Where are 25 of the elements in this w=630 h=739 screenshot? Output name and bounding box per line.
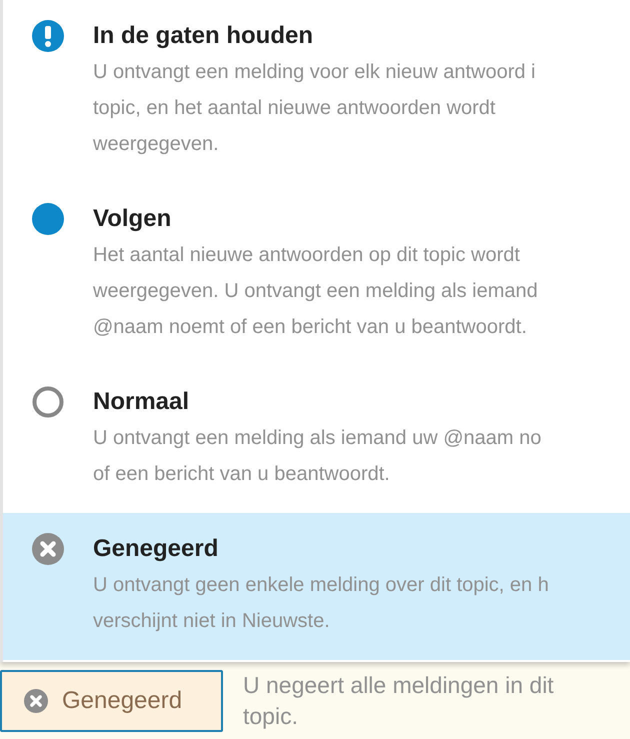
- menu-option[interactable]: Volgen Het aantal nieuwe antwoorden op dit topic wordt weergegeven. U ontvangt een melding als iemand @naam noemt of een bericht van u beantwoordt.: [3, 183, 630, 366]
- notification-button[interactable]: Genegeerd: [0, 670, 223, 732]
- status-text: U negeert alle meldingen in dit topic.: [243, 670, 555, 731]
- close-circle-icon: [32, 533, 64, 565]
- option-description: of een bericht van u beantwoordt.: [93, 462, 391, 487]
- option-description: @naam noemt of een bericht van u beantwoordt.: [93, 315, 528, 340]
- circle-icon: [32, 386, 64, 418]
- option-title: Normaal: [93, 387, 190, 417]
- option-description: topic, en het aantal nieuwe antwoorden wordt: [93, 96, 496, 121]
- menu-option[interactable]: In de gaten houden U ontvangt een melding voor elk nieuw antwoord i topic, en het aantal nieuwe antwoorden wordt weergegeven.: [3, 0, 630, 183]
- option-description: verschijnt niet in Nieuwste.: [93, 609, 331, 634]
- option-description: weergegeven.: [93, 132, 220, 157]
- dot-icon: [32, 203, 64, 235]
- menu-option[interactable]: Genegeerd U ontvangt geen enkele melding over dit topic, en h verschijnt niet in Nieuwste.: [3, 513, 630, 660]
- exclamation-icon: [32, 20, 64, 52]
- option-title: Volgen: [93, 204, 172, 234]
- option-description: Het aantal nieuwe antwoorden op dit topic wordt: [93, 243, 521, 268]
- menu-option[interactable]: Normaal U ontvangt een melding als iemand uw @naam no of een bericht van u beantwoordt.: [3, 366, 630, 513]
- option-description: U ontvangt een melding als iemand uw @naam no: [93, 426, 542, 451]
- option-title: Genegeerd: [93, 534, 220, 564]
- option-description: U ontvangt een melding voor elk nieuw antwoord i: [93, 60, 536, 85]
- option-description: U ontvangt geen enkele melding over dit topic, en h: [93, 573, 549, 598]
- close-circle-icon: [24, 688, 48, 712]
- option-description: weergegeven. U ontvangt een melding als iemand: [93, 279, 538, 304]
- option-title: In de gaten houden: [93, 21, 314, 51]
